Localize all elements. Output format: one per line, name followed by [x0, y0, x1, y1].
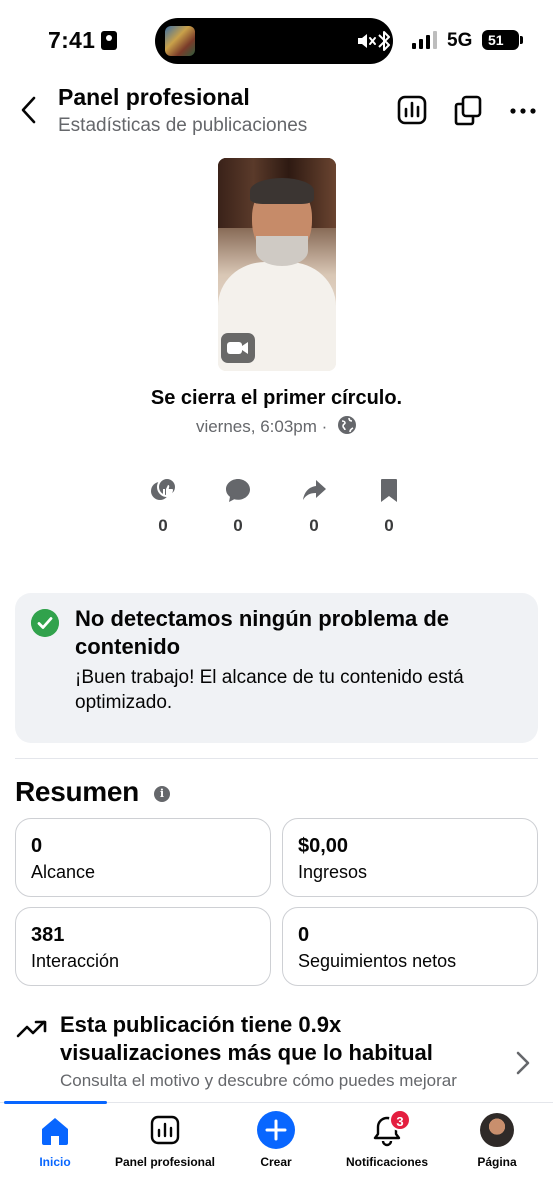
stat-card-reach[interactable]: 0 Alcance — [15, 818, 271, 897]
thumbnail-hair — [250, 178, 314, 204]
chevron-left-icon[interactable] — [14, 92, 46, 128]
tab-notifications[interactable]: 3 Notificaciones — [337, 1103, 437, 1173]
info-icon[interactable]: i — [154, 786, 170, 802]
thumbnail-beard — [256, 236, 308, 266]
trending-up-icon — [16, 1020, 47, 1038]
stat-label: Alcance — [31, 862, 96, 882]
saves-count: 0 — [384, 516, 394, 535]
stat-card-engagement[interactable]: 381 Interacción — [15, 907, 271, 986]
tab-label: Inicio — [39, 1155, 71, 1169]
metric-comments — [218, 476, 258, 504]
stat-value: $0,00 — [298, 835, 349, 857]
tab-page[interactable]: Página — [467, 1103, 527, 1173]
shares-count: 0 — [309, 516, 319, 535]
share-icon — [303, 480, 326, 500]
stat-label: Interacción — [31, 951, 120, 971]
metric-shares — [294, 476, 334, 504]
check-circle-icon — [31, 609, 59, 637]
metric-saves — [369, 476, 409, 504]
reactions-count: 0 — [158, 516, 168, 535]
avatar — [480, 1113, 514, 1147]
stat-value: 0 — [31, 835, 43, 857]
now-playing-artwork — [165, 26, 195, 56]
metric-reactions — [143, 476, 183, 504]
home-icon — [42, 1118, 68, 1145]
tab-create[interactable]: Crear — [246, 1103, 306, 1173]
status-bar: 7:41 5G 51 — [0, 0, 553, 80]
plus-icon — [257, 1111, 295, 1149]
mute-icon — [358, 34, 376, 48]
summary-title: Resumen — [15, 776, 139, 807]
notification-badge: 3 — [389, 1109, 411, 1131]
tab-label: Crear — [260, 1155, 292, 1169]
post-timestamp: viernes, 6:03pm · — [195, 417, 328, 436]
reactions-icon — [151, 477, 177, 500]
stat-card-net-follows[interactable]: 0 Seguimientos netos — [282, 907, 538, 986]
tab-label: Notificaciones — [345, 1155, 429, 1169]
signal-icon — [412, 31, 438, 49]
content-check-card: No detectamos ningún problema de conteni… — [15, 593, 538, 743]
chevron-right-icon[interactable] — [510, 1048, 534, 1078]
bookmark-icon — [381, 479, 397, 502]
insights-icon[interactable] — [394, 92, 430, 128]
stat-label: Ingresos — [298, 862, 368, 882]
stat-value: 0 — [298, 924, 310, 946]
insights-icon — [150, 1115, 180, 1145]
stat-card-earnings[interactable]: $0,00 Ingresos — [282, 818, 538, 897]
tab-professional-dashboard[interactable]: Panel profesional — [110, 1103, 220, 1173]
video-icon — [221, 333, 255, 363]
more-icon[interactable] — [505, 92, 541, 128]
content-check-body: ¡Buen trabajo! El alcance de tu contenid… — [75, 667, 464, 713]
post-title: Se cierra el primer círculo. — [150, 387, 403, 409]
battery-level: 51 — [488, 32, 504, 48]
content-check-title: No detectamos ningún problema de conteni… — [75, 606, 450, 659]
tab-label: Página — [477, 1155, 517, 1169]
copy-icon[interactable] — [450, 92, 486, 128]
insight-subtitle: Consulta el motivo y descubre cómo puede… — [60, 1071, 457, 1090]
stat-label: Seguimientos netos — [298, 951, 457, 971]
bottom-tab-bar: Inicio Panel profesional Crear 3 Notific… — [0, 1101, 553, 1200]
bluetooth-icon — [378, 31, 390, 51]
page-title: Panel profesional — [58, 84, 250, 110]
insight-title[interactable]: Esta publicación tiene 0.9x visualizacio… — [60, 1011, 490, 1067]
status-time: 7:41 — [48, 27, 96, 53]
tab-home[interactable]: Inicio — [20, 1103, 90, 1173]
globe-icon — [338, 416, 357, 434]
stat-value: 381 — [31, 924, 65, 946]
network-type: 5G — [447, 30, 473, 51]
page-subtitle: Estadísticas de publicaciones — [58, 115, 308, 136]
dynamic-island[interactable] — [155, 18, 393, 64]
section-divider — [15, 758, 538, 759]
comments-count: 0 — [233, 516, 243, 535]
battery-icon: 51 — [482, 30, 523, 50]
post-meta: viernes, 6:03pm · — [0, 415, 553, 437]
comment-icon — [226, 479, 250, 502]
contact-card-icon — [101, 31, 117, 50]
tab-label: Panel profesional — [114, 1155, 216, 1169]
app-header: Panel profesional Estadísticas de public… — [0, 82, 553, 142]
